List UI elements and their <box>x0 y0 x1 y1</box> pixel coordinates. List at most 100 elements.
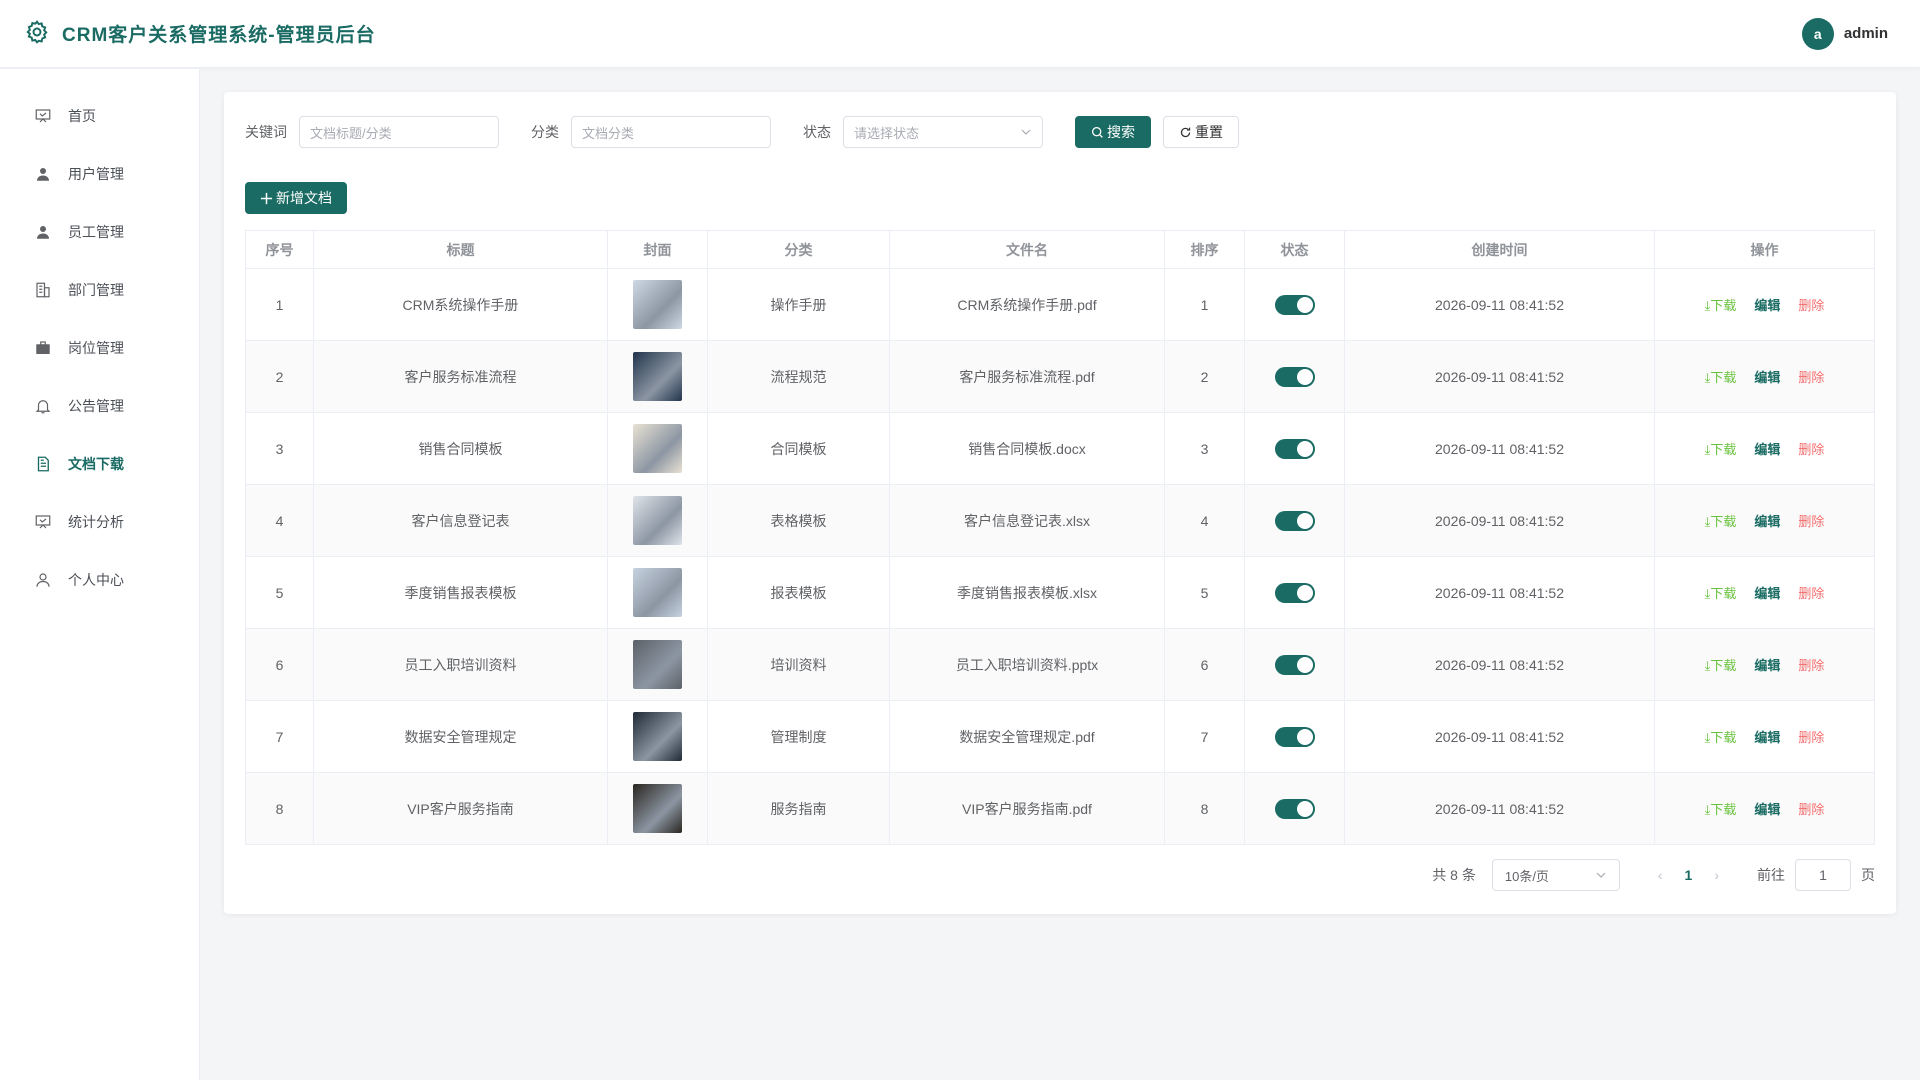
documents-table: 序号 标题 封面 分类 文件名 排序 状态 创建时间 操作 1 CRM系统操作手册… <box>245 230 1875 845</box>
cell-category: 流程规范 <box>707 340 890 413</box>
add-document-button[interactable]: 新增文档 <box>245 182 347 214</box>
table-row: 8 VIP客户服务指南 服务指南 VIP客户服务指南.pdf 8 2026-09-11 0… <box>245 772 1875 845</box>
cell-actions: ⤓下载 编辑 删除 <box>1654 340 1875 413</box>
username[interactable]: admin <box>1844 25 1888 42</box>
col-header-sort: 排序 <box>1164 230 1245 269</box>
search-button[interactable]: 搜索 <box>1075 116 1151 148</box>
sidebar-item-departments[interactable]: 部门管理 <box>0 261 199 319</box>
sidebar-item-users[interactable]: 用户管理 <box>0 145 199 203</box>
download-button[interactable]: ⤓下载 <box>1705 439 1737 458</box>
page-size-select[interactable]: 10条/页 <box>1491 859 1620 891</box>
edit-button[interactable]: 编辑 <box>1754 655 1780 674</box>
download-button[interactable]: ⤓下载 <box>1705 727 1737 746</box>
total-count: 共 8 条 <box>1432 867 1476 883</box>
cell-status <box>1244 628 1345 701</box>
prev-page-icon[interactable]: ‹ <box>1658 867 1663 883</box>
delete-button[interactable]: 删除 <box>1798 295 1824 314</box>
page-number-current[interactable]: 1 <box>1685 867 1693 883</box>
edit-button[interactable]: 编辑 <box>1754 511 1780 530</box>
cell-filename: 客户信息登记表.xlsx <box>889 484 1165 557</box>
user-menu[interactable]: a admin <box>1801 17 1888 50</box>
top-header: CRM客户关系管理系统-管理员后台 a admin <box>0 0 1920 68</box>
cell-category: 合同模板 <box>707 412 890 485</box>
cover-image[interactable] <box>633 784 682 833</box>
cell-filename: VIP客户服务指南.pdf <box>889 772 1165 845</box>
cell-filename: 员工入职培训资料.pptx <box>889 628 1165 701</box>
download-button[interactable]: ⤓下载 <box>1705 655 1737 674</box>
download-button[interactable]: ⤓下载 <box>1705 511 1737 530</box>
sidebar-item-employees[interactable]: 员工管理 <box>0 203 199 261</box>
status-select[interactable]: 请选择状态 <box>843 116 1043 148</box>
cover-image[interactable] <box>633 712 682 761</box>
app-title: CRM客户关系管理系统-管理员后台 <box>62 25 376 46</box>
status-toggle[interactable] <box>1274 582 1315 603</box>
delete-button[interactable]: 删除 <box>1798 367 1824 386</box>
cover-image[interactable] <box>633 352 682 401</box>
cell-title: CRM系统操作手册 <box>313 268 608 341</box>
sidebar-item-label: 员工管理 <box>68 224 124 240</box>
status-toggle[interactable] <box>1274 798 1315 819</box>
status-toggle[interactable] <box>1274 510 1315 531</box>
download-label: 下载 <box>1710 442 1737 457</box>
download-button[interactable]: ⤓下载 <box>1705 367 1737 386</box>
edit-button[interactable]: 编辑 <box>1754 727 1780 746</box>
status-toggle[interactable] <box>1274 366 1315 387</box>
cell-status <box>1244 484 1345 557</box>
download-button[interactable]: ⤓下载 <box>1705 295 1737 314</box>
reset-button[interactable]: 重置 <box>1163 116 1239 148</box>
cell-actions: ⤓下载 编辑 删除 <box>1654 412 1875 485</box>
sidebar-item-label: 个人中心 <box>68 572 124 588</box>
cell-no: 2 <box>245 340 314 413</box>
page-suffix: 页 <box>1861 867 1875 883</box>
goto-page-input[interactable] <box>1795 859 1851 891</box>
col-header-cover: 封面 <box>607 230 708 269</box>
pagination: 共 8 条 10条/页 ‹ 1 › 前往 页 <box>245 859 1875 891</box>
cell-no: 7 <box>245 700 314 773</box>
sidebar-item-label: 公告管理 <box>68 398 124 414</box>
edit-button[interactable]: 编辑 <box>1754 583 1780 602</box>
sidebar-item-label: 首页 <box>68 108 96 124</box>
next-page-icon[interactable]: › <box>1714 867 1719 883</box>
keyword-input[interactable]: 文档标题/分类 <box>299 116 499 148</box>
status-toggle[interactable] <box>1274 294 1315 315</box>
cover-image[interactable] <box>633 568 682 617</box>
download-label: 下载 <box>1710 730 1737 745</box>
cell-no: 5 <box>245 556 314 629</box>
delete-button[interactable]: 删除 <box>1798 511 1824 530</box>
delete-button[interactable]: 删除 <box>1798 655 1824 674</box>
cell-title: 员工入职培训资料 <box>313 628 608 701</box>
status-toggle[interactable] <box>1274 726 1315 747</box>
download-button[interactable]: ⤓下载 <box>1705 799 1737 818</box>
edit-button[interactable]: 编辑 <box>1754 295 1780 314</box>
cover-image[interactable] <box>633 280 682 329</box>
delete-button[interactable]: 删除 <box>1798 799 1824 818</box>
sidebar-item-profile[interactable]: 个人中心 <box>0 551 199 609</box>
delete-button[interactable]: 删除 <box>1798 727 1824 746</box>
cell-actions: ⤓下载 编辑 删除 <box>1654 628 1875 701</box>
cell-actions: ⤓下载 编辑 删除 <box>1654 268 1875 341</box>
edit-button[interactable]: 编辑 <box>1754 799 1780 818</box>
cell-cover <box>607 700 708 773</box>
edit-button[interactable]: 编辑 <box>1754 367 1780 386</box>
category-input[interactable]: 文档分类 <box>571 116 771 148</box>
avatar[interactable]: a <box>1801 17 1834 50</box>
sidebar-item-announcements[interactable]: 公告管理 <box>0 377 199 435</box>
sidebar-item-statistics[interactable]: 统计分析 <box>0 493 199 551</box>
cover-image[interactable] <box>633 496 682 545</box>
edit-button[interactable]: 编辑 <box>1754 439 1780 458</box>
cell-cover <box>607 268 708 341</box>
delete-button[interactable]: 删除 <box>1798 583 1824 602</box>
status-toggle[interactable] <box>1274 654 1315 675</box>
cell-title: 销售合同模板 <box>313 412 608 485</box>
cover-image[interactable] <box>633 424 682 473</box>
status-toggle[interactable] <box>1274 438 1315 459</box>
sidebar-item-home[interactable]: 首页 <box>0 87 199 145</box>
sidebar-item-documents[interactable]: 文档下载 <box>0 435 199 493</box>
cover-image[interactable] <box>633 640 682 689</box>
delete-button[interactable]: 删除 <box>1798 439 1824 458</box>
sidebar-item-positions[interactable]: 岗位管理 <box>0 319 199 377</box>
document-icon <box>37 456 49 472</box>
cell-status <box>1244 772 1345 845</box>
search-icon <box>1091 126 1103 138</box>
download-button[interactable]: ⤓下载 <box>1705 583 1737 602</box>
